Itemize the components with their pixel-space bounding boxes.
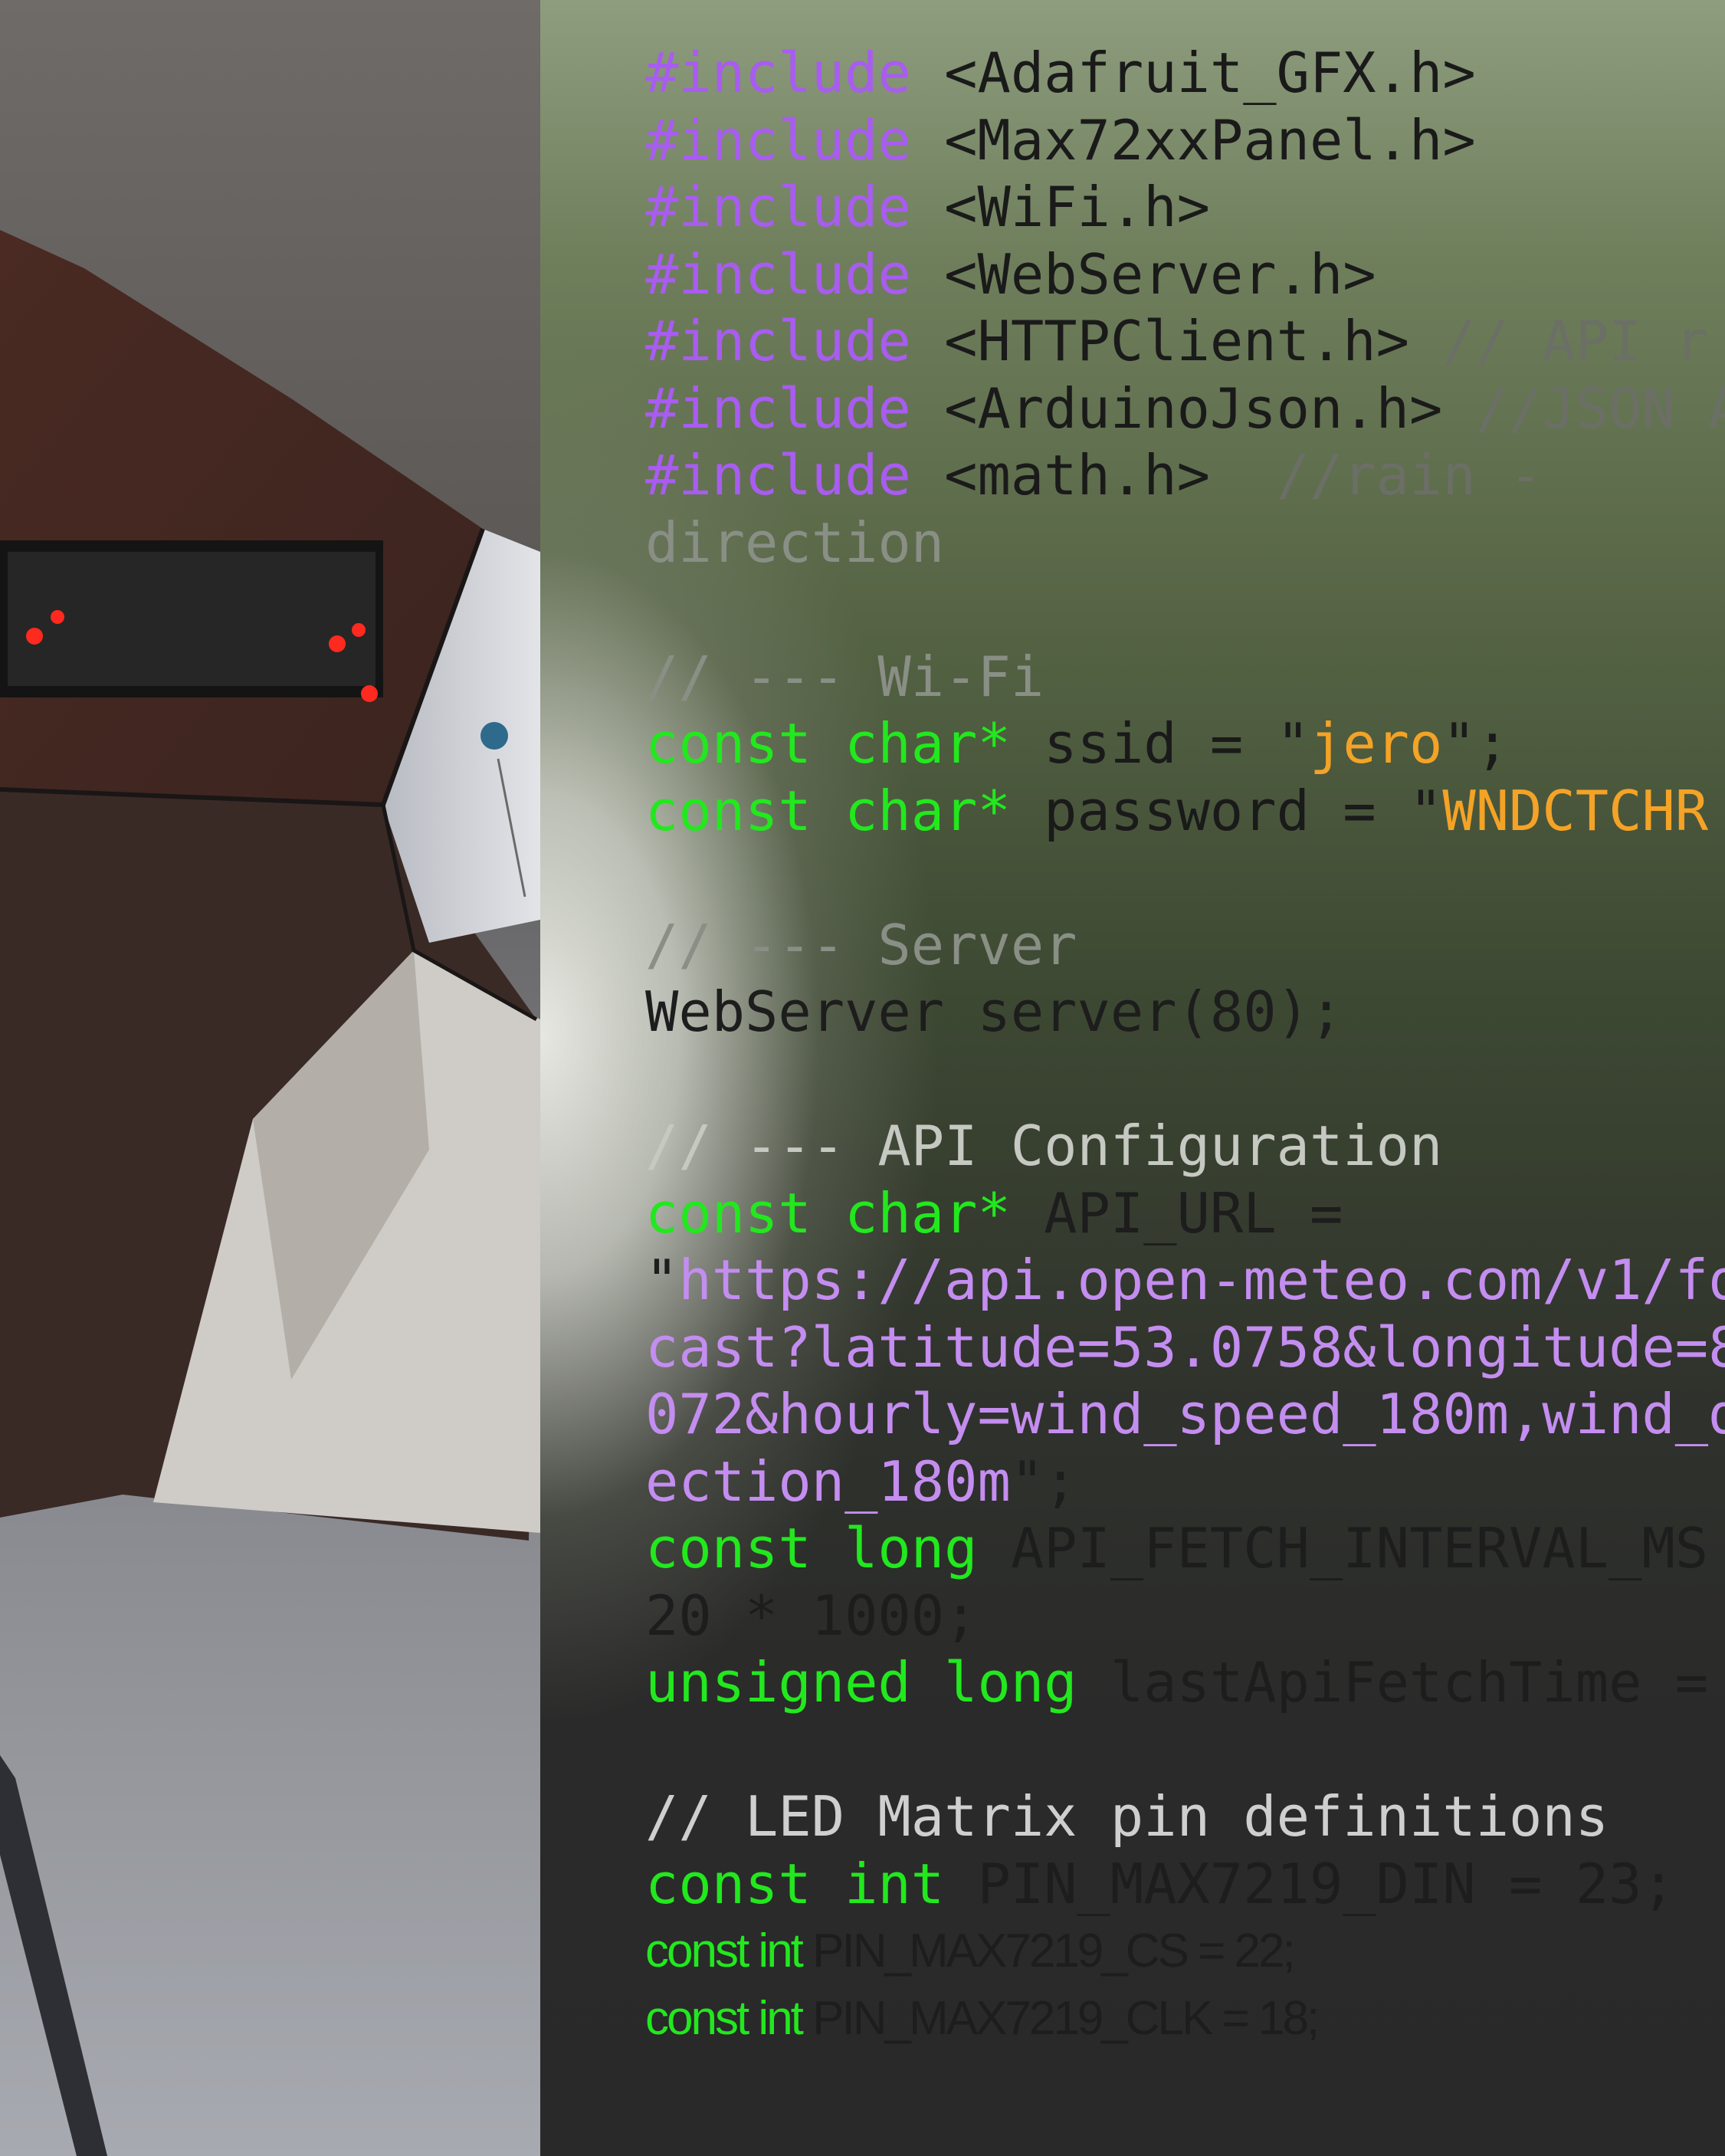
code-listing: #include <Adafruit_GFX.h> #include <Max72… bbox=[645, 40, 1725, 2052]
code-line: unsigned long lastApiFetchTime = bbox=[645, 1649, 1725, 1717]
comment-token: // API r bbox=[1409, 309, 1709, 373]
keyword-token: #include bbox=[645, 107, 911, 172]
code-text: <HTTPClient.h> bbox=[910, 309, 1409, 373]
code-text: API_FETCH_INTERVAL_MS bbox=[977, 1516, 1709, 1580]
comment-token: // --- Wi-Fi bbox=[645, 644, 1045, 709]
comment-token: // --- Server bbox=[645, 912, 1077, 977]
code-text: <Adafruit_GFX.h> bbox=[910, 41, 1476, 105]
comment-token: // --- API Configuration bbox=[645, 1114, 1443, 1178]
code-line: WebServer server(80); bbox=[645, 979, 1725, 1046]
type-token: const char* bbox=[645, 778, 1011, 843]
code-text: <Max72xxPanel.h> bbox=[910, 107, 1476, 172]
code-line: // --- API Configuration bbox=[645, 1113, 1725, 1180]
url-string-token: https://api.open-meteo.com/v1/fo bbox=[678, 1248, 1725, 1312]
type-token: const long bbox=[645, 1516, 978, 1580]
code-line: const char* API_URL = bbox=[645, 1180, 1725, 1248]
code-text: " bbox=[645, 1248, 679, 1312]
code-text: 20 * 1000; bbox=[645, 1583, 978, 1648]
code-text: PIN_MAX7219_DIN = 23; bbox=[944, 1851, 1675, 1916]
url-string-token: cast?latitude=53.0758&longitude=8 bbox=[645, 1314, 1725, 1380]
code-text: PIN_MAX7219_CS = 22; bbox=[801, 1925, 1296, 1977]
code-line: direction bbox=[645, 510, 1725, 577]
code-line: const int PIN_MAX7219_CS = 22; bbox=[645, 1918, 1725, 1985]
code-line: #include <WiFi.h> bbox=[645, 174, 1725, 241]
code-text: <WebServer.h> bbox=[910, 241, 1376, 307]
string-token: jero bbox=[1309, 711, 1443, 776]
type-token: const int bbox=[645, 1991, 804, 2045]
code-line: const int PIN_MAX7219_DIN = 23; bbox=[645, 1851, 1725, 1918]
code-line: // LED Matrix pin definitions bbox=[645, 1784, 1725, 1851]
comment-token: //rain - bbox=[1209, 443, 1543, 507]
code-line: ection_180m"; bbox=[645, 1449, 1725, 1516]
code-panel: #include <Adafruit_GFX.h> #include <Max72… bbox=[540, 0, 1725, 2156]
keyword-token: #include bbox=[645, 175, 911, 239]
code-line: #include <ArduinoJson.h> //JSON A bbox=[645, 376, 1725, 443]
code-line: const char* ssid = "jero"; bbox=[645, 710, 1725, 778]
code-line: // --- Server bbox=[645, 912, 1725, 980]
keyword-token: #include bbox=[645, 309, 911, 373]
type-token: const char* bbox=[645, 711, 1011, 776]
code-line: 20 * 1000; bbox=[645, 1583, 1725, 1650]
code-text: <ArduinoJson.h> bbox=[910, 376, 1443, 441]
comment-token: direction bbox=[645, 510, 945, 575]
code-text: lastApiFetchTime = bbox=[1077, 1650, 1709, 1715]
weather-station-photo bbox=[0, 0, 540, 2156]
code-line: #include <WebServer.h> bbox=[645, 241, 1725, 309]
comment-token: //JSON A bbox=[1442, 376, 1725, 441]
url-string-token: 072&hourly=wind_speed_180m,wind_d bbox=[645, 1382, 1725, 1446]
code-line: #include <math.h> //rain - bbox=[645, 442, 1725, 510]
code-line: #include <Adafruit_GFX.h> bbox=[645, 40, 1725, 107]
code-line: const int PIN_MAX7219_CLK = 18; bbox=[645, 1985, 1725, 2053]
code-text: WebServer server(80); bbox=[645, 980, 1343, 1044]
type-token: const int bbox=[645, 1925, 804, 1977]
string-token: WNDCTCHR bbox=[1442, 778, 1709, 843]
code-text: API_URL = bbox=[1010, 1180, 1343, 1245]
code-line: cast?latitude=53.0758&longitude=8 bbox=[645, 1314, 1725, 1382]
code-line: "https://api.open-meteo.com/v1/fo bbox=[645, 1247, 1725, 1314]
code-text: <WiFi.h> bbox=[910, 175, 1210, 239]
keyword-token: #include bbox=[645, 443, 911, 507]
keyword-token: #include bbox=[645, 376, 911, 441]
type-token: unsigned long bbox=[645, 1650, 1077, 1715]
code-text: "; bbox=[1010, 1449, 1077, 1514]
code-line: // --- Wi-Fi bbox=[645, 644, 1725, 711]
code-text: PIN_MAX7219_CLK = 18; bbox=[801, 1991, 1320, 2045]
code-line: #include <Max72xxPanel.h> bbox=[645, 107, 1725, 175]
code-text: password = " bbox=[1010, 778, 1443, 843]
url-string-token: ection_180m bbox=[645, 1449, 1011, 1514]
code-text: <math.h> bbox=[910, 443, 1210, 507]
mount-screw bbox=[480, 722, 508, 750]
code-line: #include <HTTPClient.h> // API r bbox=[645, 308, 1725, 376]
type-token: const char* bbox=[645, 1180, 1011, 1245]
code-line: const long API_FETCH_INTERVAL_MS bbox=[645, 1515, 1725, 1583]
keyword-token: #include bbox=[645, 241, 911, 307]
code-text: ssid = " bbox=[1010, 711, 1310, 776]
keyword-token: #include bbox=[645, 41, 911, 105]
code-line: const char* password = "WNDCTCHR bbox=[645, 778, 1725, 845]
code-line: 072&hourly=wind_speed_180m,wind_d bbox=[645, 1381, 1725, 1449]
weather-station-illustration bbox=[0, 0, 540, 2156]
type-token: const int bbox=[645, 1851, 945, 1916]
code-text: "; bbox=[1442, 711, 1510, 776]
comment-token: // LED Matrix pin definitions bbox=[645, 1784, 1609, 1849]
